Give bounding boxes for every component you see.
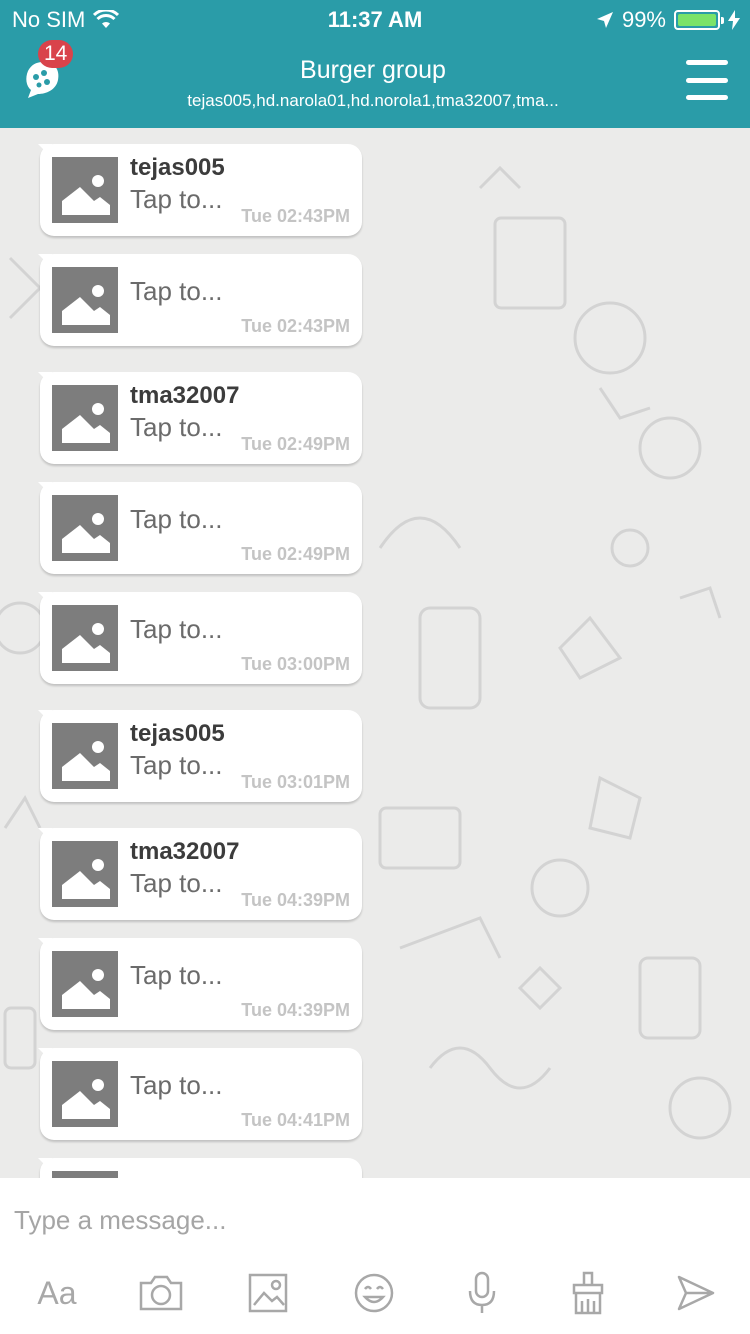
image-placeholder-icon[interactable] <box>52 1061 118 1127</box>
composer-toolbar: Aa <box>0 1268 750 1318</box>
message-timestamp: Tue 04:39PM <box>241 1000 350 1020</box>
menu-line <box>686 77 728 83</box>
carrier-label: No SIM <box>12 7 86 32</box>
wifi-icon <box>93 10 120 28</box>
message-bubble[interactable]: tma32007 Tap to... Tue 04:39PM <box>38 828 362 920</box>
message-composer: Aa <box>0 1178 750 1334</box>
message-timestamp: Tue 03:01PM <box>241 772 350 792</box>
message-caption: Tap to... <box>130 960 223 990</box>
message-bubble[interactable]: Tap to... Tue 02:49PM <box>38 482 362 574</box>
charging-bolt-icon <box>728 10 740 30</box>
message-caption: Tap to... <box>130 504 223 534</box>
image-placeholder-icon[interactable] <box>52 495 118 561</box>
message-input[interactable] <box>14 1200 734 1240</box>
gallery-icon[interactable] <box>246 1268 290 1318</box>
camera-icon[interactable] <box>136 1268 186 1318</box>
image-placeholder-icon[interactable] <box>52 157 118 223</box>
message-bubble[interactable]: tejas005 Tap to... Tue 02:43PM <box>38 144 362 236</box>
battery-fill <box>678 14 716 26</box>
font-button[interactable]: Aa <box>32 1268 82 1318</box>
message-timestamp: Tue 02:43PM <box>241 206 350 226</box>
status-right: 99% <box>596 7 740 33</box>
image-placeholder-icon[interactable] <box>52 605 118 671</box>
microphone-icon[interactable] <box>462 1268 502 1318</box>
message-bubble[interactable]: Tap to... Tue 04:39PM <box>38 938 362 1030</box>
group-members: tejas005,hd.narola01,hd.norola1,tma32007… <box>187 91 559 110</box>
message-sender: tejas005 <box>130 154 225 181</box>
menu-icon[interactable] <box>686 60 728 100</box>
image-placeholder-icon[interactable] <box>52 385 118 451</box>
message-bubble[interactable]: Tap to... Tue 02:43PM <box>38 254 362 346</box>
battery-icon <box>674 10 724 30</box>
brush-icon[interactable] <box>566 1268 610 1318</box>
chat-messages-area[interactable]: tejas005 Tap to... Tue 02:43PM Tap to... Tue… <box>0 128 750 1178</box>
location-arrow-icon <box>596 12 613 28</box>
message-bubble[interactable]: Tap to... Tue 03:00PM <box>38 592 362 684</box>
group-title: Burger group <box>300 56 446 84</box>
message-caption: Tap to... <box>130 412 223 442</box>
message-caption: Tap to... <box>130 614 223 644</box>
message-caption: Tap to... <box>130 276 223 306</box>
message-sender: tejas005 <box>130 720 225 747</box>
notification-badge: 14 <box>38 40 74 68</box>
message-timestamp: Tue 02:43PM <box>241 316 350 336</box>
image-placeholder-icon[interactable] <box>52 841 118 907</box>
message-timestamp: Tue 03:00PM <box>241 654 350 674</box>
menu-line <box>686 60 728 65</box>
carrier-info: No SIM <box>12 7 120 33</box>
battery-percent: 99% <box>621 7 666 32</box>
message-bubble[interactable]: tma32007 Tap to... Tue 02:49PM <box>38 372 362 464</box>
message-bubble-partial[interactable] <box>38 1158 362 1178</box>
app-header: No SIM 11:37 AM 99% 14 Burger group teja… <box>0 0 750 128</box>
message-sender: tma32007 <box>130 838 240 865</box>
message-bubble[interactable]: tejas005 Tap to... Tue 03:01PM <box>38 710 362 802</box>
message-sender: tma32007 <box>130 382 240 409</box>
message-caption: Tap to... <box>130 750 223 780</box>
chat-title-area[interactable]: Burger group tejas005,hd.narola01,hd.nor… <box>150 56 596 111</box>
message-timestamp: Tue 02:49PM <box>241 544 350 564</box>
menu-line <box>686 95 728 100</box>
image-placeholder-icon[interactable] <box>52 1171 118 1178</box>
message-caption: Tap to... <box>130 184 223 214</box>
message-caption: Tap to... <box>130 1070 223 1100</box>
image-placeholder-icon[interactable] <box>52 723 118 789</box>
status-bar: No SIM 11:37 AM 99% <box>0 0 750 40</box>
image-placeholder-icon[interactable] <box>52 951 118 1017</box>
send-icon[interactable] <box>674 1268 718 1318</box>
emoji-icon[interactable] <box>352 1268 396 1318</box>
message-caption: Tap to... <box>130 868 223 898</box>
message-timestamp: Tue 04:39PM <box>241 890 350 910</box>
image-placeholder-icon[interactable] <box>52 267 118 333</box>
message-timestamp: Tue 02:49PM <box>241 434 350 454</box>
message-bubble[interactable]: Tap to... Tue 04:41PM <box>38 1048 362 1140</box>
message-timestamp: Tue 04:41PM <box>241 1110 350 1130</box>
